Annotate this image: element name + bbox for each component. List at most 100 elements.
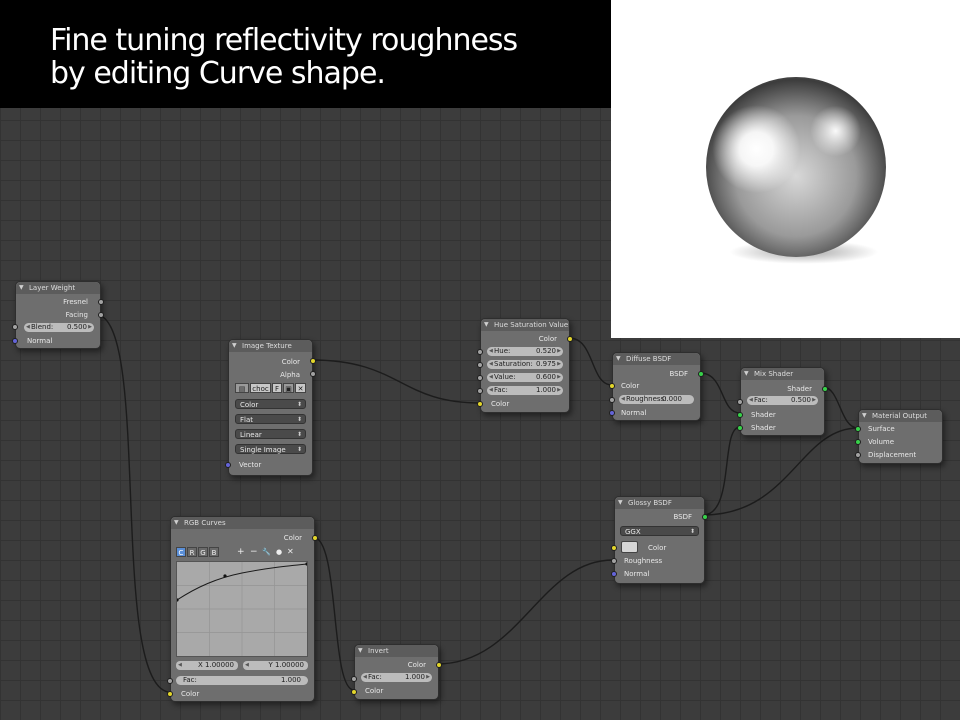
socket-fac[interactable]: [477, 388, 483, 394]
socket-fac[interactable]: [351, 676, 357, 682]
saturation-field[interactable]: ◀ Saturation: 0.975 ▶: [487, 360, 563, 369]
node-rgb-curves[interactable]: ▼ RGB Curves Color C R G B + − 🔧 ● ✕ ◀ X 1…: [167, 516, 318, 702]
socket-shader-in-2[interactable]: [737, 425, 743, 431]
node-header[interactable]: ▼ Layer Weight: [16, 282, 100, 294]
socket-volume[interactable]: [855, 439, 861, 445]
collapse-arrow-icon[interactable]: ▼: [618, 497, 623, 509]
collapse-arrow-icon[interactable]: ▼: [232, 340, 237, 352]
reset-curve-icon[interactable]: ✕: [287, 547, 294, 556]
socket-hue[interactable]: [477, 349, 483, 355]
channel-b-button[interactable]: B: [209, 547, 219, 557]
socket-fresnel[interactable]: [98, 299, 104, 305]
channel-c-button[interactable]: C: [176, 547, 186, 557]
blend-field[interactable]: ◀ Blend: 0.500 ▶: [24, 323, 94, 332]
socket-shader-out[interactable]: [822, 386, 828, 392]
collapse-arrow-icon[interactable]: ▼: [358, 645, 363, 657]
interpolation-dropdown[interactable]: Linear ⬍: [235, 429, 306, 439]
fake-user-button[interactable]: F: [272, 383, 282, 393]
node-mix-shader[interactable]: ▼ Mix Shader Shader ◀ Fac: 0.500 ▶ Shader Sh…: [737, 367, 828, 436]
channel-g-button[interactable]: G: [198, 547, 208, 557]
socket-color-out[interactable]: [312, 535, 318, 541]
socket-bsdf-out[interactable]: [702, 514, 708, 520]
socket-roughness[interactable]: [609, 397, 615, 403]
socket-color-in[interactable]: [611, 545, 617, 551]
node-header[interactable]: ▼ Hue Saturation Value: [481, 319, 569, 331]
clipping-dot-icon[interactable]: ●: [276, 548, 282, 556]
curve-y-field[interactable]: ◀ Y 1.00000: [243, 661, 308, 670]
socket-surface[interactable]: [855, 426, 861, 432]
socket-color-in[interactable]: [609, 383, 615, 389]
socket-blend[interactable]: [12, 324, 18, 330]
socket-color-out[interactable]: [567, 336, 573, 342]
output-bsdf: BSDF: [673, 513, 692, 521]
node-header[interactable]: ▼ Invert: [355, 645, 438, 657]
curve-point[interactable]: [223, 574, 227, 578]
roughness-field[interactable]: ◀ Roughness: 0.000: [619, 395, 694, 404]
node-header[interactable]: ▼ Material Output: [859, 410, 942, 422]
node-layer-weight[interactable]: ▼ Layer Weight Fresnel Facing ◀ Blend: 0.50…: [12, 281, 104, 349]
node-header[interactable]: ▼ RGB Curves: [171, 517, 314, 529]
fac-field[interactable]: ◀ Fac: 1.000 ▶: [487, 386, 563, 395]
socket-value[interactable]: [477, 375, 483, 381]
curve-editor-area[interactable]: [175, 561, 309, 657]
open-folder-icon[interactable]: ▣: [283, 383, 294, 393]
node-header[interactable]: ▼ Glossy BSDF: [615, 497, 704, 509]
collapse-arrow-icon[interactable]: ▼: [616, 353, 621, 365]
projection-dropdown[interactable]: Flat ⬍: [235, 414, 306, 424]
socket-roughness[interactable]: [611, 558, 617, 564]
socket-fac[interactable]: [167, 678, 173, 684]
socket-displacement[interactable]: [855, 452, 861, 458]
zoom-in-icon[interactable]: +: [237, 547, 245, 557]
fac-field[interactable]: ◀ Fac: 0.500 ▶: [747, 396, 818, 405]
hue-field[interactable]: ◀ Hue: 0.520 ▶: [487, 347, 563, 356]
curve-x-field[interactable]: ◀ X 1.00000: [176, 661, 238, 670]
socket-color-out[interactable]: [436, 662, 442, 668]
socket-bsdf-out[interactable]: [698, 371, 704, 377]
node-glossy-bsdf[interactable]: ▼ Glossy BSDF BSDF GGX ⬍ Color Roughness N…: [611, 496, 708, 584]
node-header[interactable]: ▼ Diffuse BSDF: [613, 353, 700, 365]
socket-normal[interactable]: [611, 571, 617, 577]
collapse-arrow-icon[interactable]: ▼: [19, 282, 24, 294]
socket-fac[interactable]: [737, 399, 743, 405]
color-swatch[interactable]: [621, 541, 638, 553]
collapse-arrow-icon[interactable]: ▼: [174, 517, 179, 529]
unlink-image-icon[interactable]: ✕: [295, 383, 306, 393]
socket-color-out[interactable]: [310, 358, 316, 364]
curve-point[interactable]: [305, 562, 309, 566]
node-header[interactable]: ▼ Image Texture: [229, 340, 312, 352]
channel-r-button[interactable]: R: [187, 547, 197, 557]
collapse-arrow-icon[interactable]: ▼: [484, 319, 489, 331]
socket-normal[interactable]: [609, 410, 615, 416]
color-space-dropdown[interactable]: Color ⬍: [235, 399, 306, 409]
fac-field[interactable]: Fac: 1.000: [176, 676, 308, 685]
value-field[interactable]: ◀ Value: 0.600 ▶: [487, 373, 563, 382]
fac-field[interactable]: ◀ Fac: 1.000 ▶: [361, 673, 432, 682]
socket-color-in[interactable]: [477, 401, 483, 407]
node-invert[interactable]: ▼ Invert Color ◀ Fac: 1.000 ▶ Color: [351, 644, 442, 700]
node-title: Hue Saturation Value: [494, 321, 569, 329]
socket-saturation[interactable]: [477, 362, 483, 368]
tools-wrench-icon[interactable]: 🔧: [262, 548, 271, 556]
socket-shader-in-1[interactable]: [737, 412, 743, 418]
node-header[interactable]: ▼ Mix Shader: [741, 368, 824, 380]
curve-graph[interactable]: [175, 562, 309, 656]
socket-color-in[interactable]: [351, 689, 357, 695]
node-hue-saturation-value[interactable]: ▼ Hue Saturation Value Color ◀ Hue: 0.520 ▶ …: [477, 318, 573, 413]
socket-vector-in[interactable]: [225, 462, 231, 468]
collapse-arrow-icon[interactable]: ▼: [862, 410, 867, 422]
collapse-arrow-icon[interactable]: ▼: [744, 368, 749, 380]
node-image-texture[interactable]: ▼ Image Texture Color Alpha ▤ choc F ▣ ✕ …: [225, 339, 316, 476]
distribution-dropdown[interactable]: GGX ⬍: [620, 526, 699, 536]
socket-facing[interactable]: [98, 312, 104, 318]
image-browse-icon[interactable]: ▤: [235, 383, 249, 393]
field-value: 0.520: [535, 347, 556, 355]
node-material-output[interactable]: ▼ Material Output Surface Volume Displace…: [855, 409, 943, 464]
node-diffuse-bsdf[interactable]: ▼ Diffuse BSDF BSDF Color ◀ Roughness: 0.00…: [609, 352, 704, 421]
source-dropdown[interactable]: Single Image ⬍: [235, 444, 306, 454]
socket-normal[interactable]: [12, 338, 18, 344]
zoom-out-icon[interactable]: −: [250, 547, 258, 557]
socket-alpha-out[interactable]: [310, 371, 316, 377]
image-name-field[interactable]: choc: [250, 383, 271, 393]
field-value: 1.000: [535, 386, 556, 394]
socket-color-in[interactable]: [167, 691, 173, 697]
